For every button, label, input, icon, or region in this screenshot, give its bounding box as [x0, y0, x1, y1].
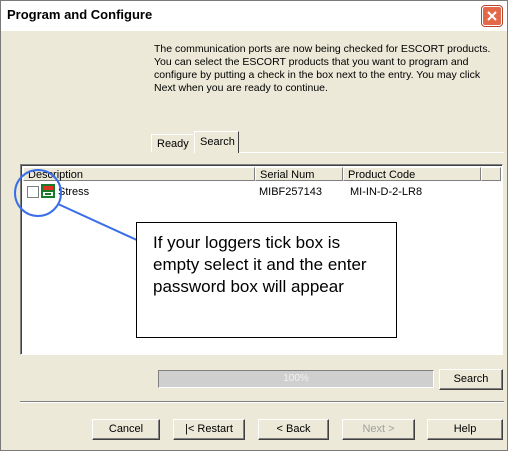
- annotation-callout: If your loggers tick box is empty select…: [136, 222, 397, 338]
- program-configure-dialog: Program and Configure The communication …: [0, 0, 508, 451]
- callout-pointer: [57, 203, 140, 242]
- highlight-circle: [14, 169, 62, 217]
